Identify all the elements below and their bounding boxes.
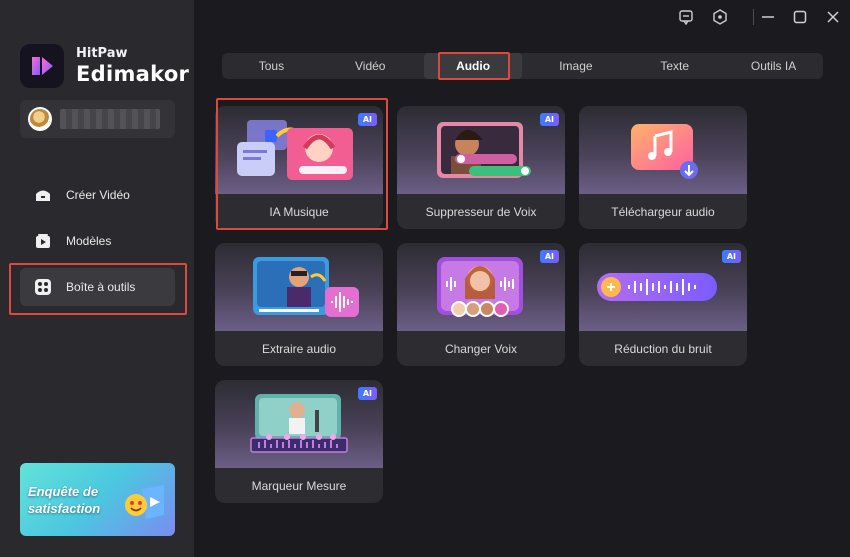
brand-name-top: HitPaw [76,45,128,61]
ai-badge: AI [357,387,377,400]
tool-card-vocal-remover[interactable]: AI Suppresseur de Voix [397,106,565,229]
maximize-icon[interactable] [791,8,809,26]
sidebar: HitPaw Edimakor Créer Vidéo Modèles Boît… [0,0,194,557]
tab-all[interactable]: Tous [222,53,321,79]
tool-card-voice-changer[interactable]: AI Changer Voix [397,243,565,366]
tab-audio[interactable]: Audio [423,53,523,79]
tool-card-audio-downloader[interactable]: Téléchargeur audio [579,106,747,229]
tool-label: Changer Voix [444,341,518,356]
satisfaction-survey-banner[interactable]: Enquête de satisfaction [20,463,175,536]
voice-changer-icon: AI [397,243,565,331]
beat-marker-icon: AI [215,380,383,468]
toolbox-icon [34,278,52,296]
username-blurred [60,109,160,129]
tool-label: Marqueur Mesure [251,478,347,493]
create-video-icon [34,186,52,204]
close-icon[interactable] [824,8,842,26]
minimize-icon[interactable] [759,8,777,26]
sidebar-item-label: Modèles [66,234,112,248]
audio-downloader-icon [579,106,747,194]
ai-badge: AI [539,113,559,126]
ai-badge: AI [539,250,559,263]
extract-audio-icon [215,243,383,331]
app-logo [20,44,64,88]
tool-card-noise-reduction[interactable]: AI Réduction du bruit [579,243,747,366]
feedback-icon[interactable] [677,8,695,26]
tool-label: Extraire audio [261,341,337,356]
sidebar-item-label: Boîte à outils [66,280,136,294]
survey-emoji-icon [125,485,164,519]
ai-badge: AI [357,113,377,126]
user-account[interactable] [20,100,175,138]
tool-label: Téléchargeur audio [611,204,715,219]
tool-card-extract-audio[interactable]: Extraire audio [215,243,383,366]
brand-name-main: Edimakor [76,61,190,86]
noise-reduction-icon: AI [579,243,747,331]
tool-label: IA Musique [269,204,329,219]
tool-label: Suppresseur de Voix [425,204,537,219]
tab-video[interactable]: Vidéo [321,53,420,79]
tool-card-beat-marker[interactable]: AI Marqueur Mesure [215,380,383,503]
vocal-remover-icon: AI [397,106,565,194]
ai-music-icon: AI [215,106,383,194]
sidebar-item-create-video[interactable]: Créer Vidéo [20,176,175,214]
templates-icon [34,232,52,250]
tab-ai-tools[interactable]: Outils IA [724,53,823,79]
category-tabs: Tous Vidéo Audio Image Texte Outils IA [222,53,823,79]
tool-card-ai-music[interactable]: AI IA Musique [215,106,383,229]
avatar [28,107,52,131]
settings-icon[interactable] [711,8,729,26]
sidebar-item-label: Créer Vidéo [66,188,130,202]
tab-image[interactable]: Image [526,53,625,79]
sidebar-item-toolbox[interactable]: Boîte à outils [20,268,175,306]
ai-badge: AI [721,250,741,263]
brand: HitPaw Edimakor [20,44,189,88]
tool-label: Réduction du bruit [614,341,712,356]
tab-text[interactable]: Texte [625,53,724,79]
sidebar-item-templates[interactable]: Modèles [20,222,175,260]
